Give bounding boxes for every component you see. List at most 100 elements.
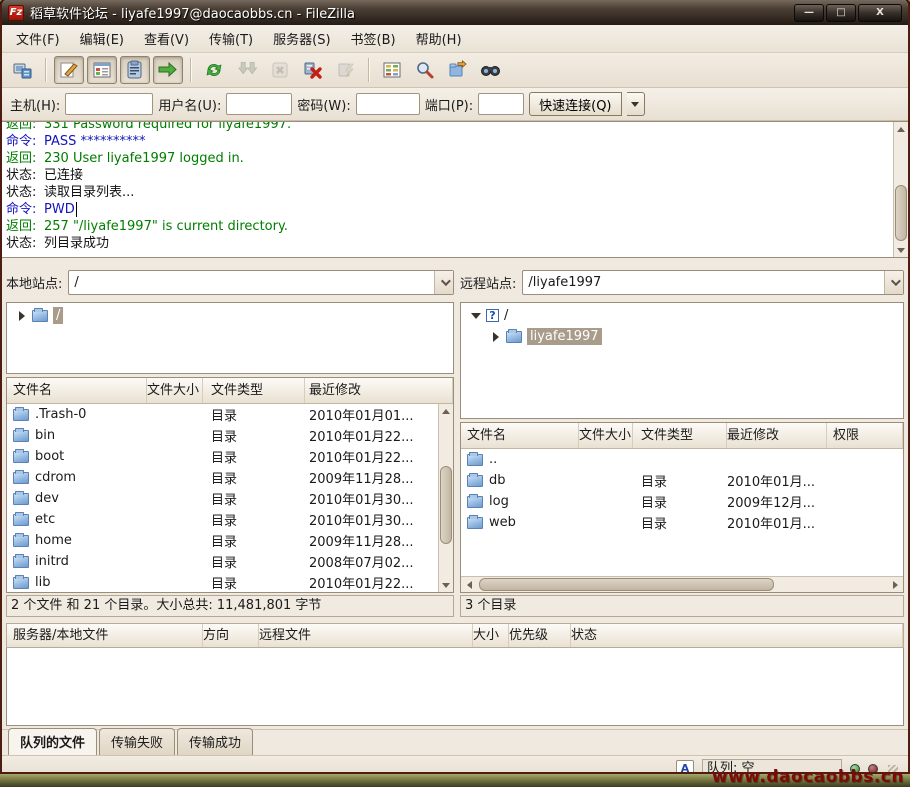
folder-icon [13,556,29,568]
chevron-down-icon [890,276,900,286]
file-row[interactable]: boot 目录2010年01月22... [7,446,438,467]
folder-icon [467,454,483,466]
column-header-filesize[interactable]: 文件大小 [579,423,633,448]
file-row[interactable]: .Trash-0 目录2010年01月01... [7,404,438,425]
minimize-button[interactable]: — [794,4,824,22]
tree-item-root[interactable]: ? / [461,305,903,326]
menu-file[interactable]: 文件(F) [6,25,70,52]
remote-site-combobox[interactable]: /liyafe1997 [522,270,904,295]
username-label: 用户名(U): [158,95,221,114]
menu-server[interactable]: 服务器(S) [263,25,340,52]
tab-successful-transfers[interactable]: 传输成功 [177,728,253,755]
search-files-icon[interactable] [476,56,506,84]
scroll-up-icon[interactable] [894,122,908,136]
scrollbar-thumb[interactable] [440,466,452,544]
message-log: 返回:331 Password required for liyafe1997.… [2,121,908,258]
local-site-combobox[interactable]: / [68,270,454,295]
file-row[interactable]: log 目录2009年12月... [461,491,903,512]
column-header-priority[interactable]: 优先级 [509,624,571,647]
encoding-indicator-icon[interactable]: A [676,760,694,775]
file-row[interactable]: db 目录2010年01月... [461,470,903,491]
queue-list [6,648,904,726]
toggle-remote-tree-icon[interactable] [120,56,150,84]
site-manager-icon[interactable] [8,56,38,84]
column-header-filename[interactable]: 文件名 [7,378,147,403]
combo-dropdown-button[interactable] [884,271,903,294]
toggle-message-log-icon[interactable] [54,56,84,84]
chevron-down-icon [440,276,450,286]
password-input[interactable] [356,93,420,115]
log-scrollbar[interactable] [893,122,908,257]
queue-header: 服务器/本地文件 方向 远程文件 大小 优先级 状态 [6,623,904,648]
column-header-modified[interactable]: 最近修改 [727,423,827,448]
column-header-remote-file[interactable]: 远程文件 [259,624,473,647]
menu-transfer[interactable]: 传输(T) [199,25,263,52]
column-header-filesize[interactable]: 文件大小 [147,378,203,403]
file-row[interactable]: etc 目录2010年01月30... [7,509,438,530]
title-bar[interactable]: Fz 稻草软件论坛 - liyafe1997@daocaobbs.cn - Fi… [2,0,908,25]
local-list-scrollbar[interactable] [438,404,453,592]
file-row[interactable]: dev 目录2010年01月30... [7,488,438,509]
scroll-down-icon[interactable] [439,578,453,592]
disconnect-icon[interactable] [298,56,328,84]
process-queue-icon[interactable] [232,56,262,84]
column-header-permissions[interactable]: 权限 [827,423,903,448]
remote-pane: 远程站点: /liyafe1997 ? / liyafe1997 [460,263,904,617]
menu-edit[interactable]: 编辑(E) [70,25,134,52]
file-row[interactable]: bin 目录2010年01月22... [7,425,438,446]
scroll-up-icon[interactable] [439,404,453,418]
file-row[interactable]: lib 目录2010年01月22... [7,572,438,592]
close-button[interactable]: X [858,4,902,22]
column-header-modified[interactable]: 最近修改 [305,378,453,403]
column-header-size[interactable]: 大小 [473,624,509,647]
maximize-button[interactable]: □ [826,4,856,22]
toggle-transfer-queue-icon[interactable] [153,56,183,84]
filename-filter-icon[interactable] [410,56,440,84]
tab-queued-files[interactable]: 队列的文件 [8,728,97,755]
directory-comparison-icon[interactable] [377,56,407,84]
refresh-icon[interactable] [199,56,229,84]
scroll-left-icon[interactable] [461,581,477,589]
expander-icon[interactable] [17,311,27,321]
host-input[interactable] [65,93,153,115]
scrollbar-thumb[interactable] [895,185,907,241]
tree-item-root[interactable]: / [7,305,453,326]
toggle-local-tree-icon[interactable] [87,56,117,84]
file-row[interactable]: cdrom 目录2009年11月28... [7,467,438,488]
menu-help[interactable]: 帮助(H) [406,25,472,52]
menu-view[interactable]: 查看(V) [134,25,199,52]
local-file-list: 文件名 文件大小 文件类型 最近修改 .Trash-0 目录2010年01月01… [6,377,454,593]
expander-icon[interactable] [471,313,481,319]
menu-bookmarks[interactable]: 书签(B) [341,25,406,52]
file-row[interactable]: .. [461,449,903,470]
combo-dropdown-button[interactable] [434,271,453,294]
reconnect-icon[interactable] [331,56,361,84]
username-input[interactable] [226,93,292,115]
window-title: 稻草软件论坛 - liyafe1997@daocaobbs.cn - FileZ… [30,3,788,22]
column-header-status[interactable]: 状态 [571,624,903,647]
folder-icon [13,493,29,505]
column-header-filetype[interactable]: 文件类型 [203,378,305,403]
scroll-right-icon[interactable] [887,581,903,589]
folder-icon [13,514,29,526]
column-header-server-local-file[interactable]: 服务器/本地文件 [7,624,203,647]
tab-failed-transfers[interactable]: 传输失败 [99,728,175,755]
remote-status-text: 3 个目录 [460,595,904,617]
column-header-direction[interactable]: 方向 [203,624,259,647]
tree-item-label: / [53,307,63,324]
synchronized-browsing-icon[interactable] [443,56,473,84]
tree-item-liyafe1997[interactable]: liyafe1997 [461,326,903,347]
scroll-down-icon[interactable] [894,243,908,257]
file-row[interactable]: initrd 目录2008年07月02... [7,551,438,572]
expander-icon[interactable] [491,332,501,342]
remote-horizontal-scrollbar[interactable] [461,576,903,592]
column-header-filetype[interactable]: 文件类型 [633,423,727,448]
quickconnect-dropdown-button[interactable] [627,92,645,116]
file-row[interactable]: web 目录2010年01月... [461,512,903,533]
cancel-operation-icon[interactable] [265,56,295,84]
column-header-filename[interactable]: 文件名 [461,423,579,448]
file-row[interactable]: home 目录2009年11月28... [7,530,438,551]
quickconnect-button[interactable]: 快速连接(Q) [529,92,621,116]
port-input[interactable] [478,93,524,115]
scrollbar-thumb[interactable] [479,578,774,591]
